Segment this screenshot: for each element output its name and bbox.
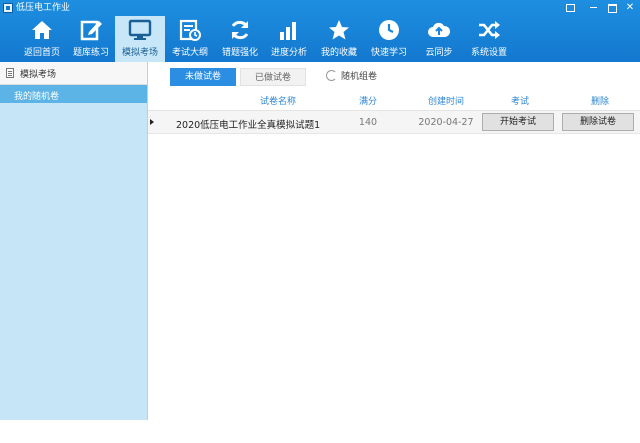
delete-paper-button[interactable]: 删除试卷 <box>562 113 634 131</box>
home-icon <box>32 21 52 39</box>
toolbar-cloud-sync-button[interactable]: 云同步 <box>414 16 464 62</box>
paper-name: 2020低压电工作业全真模拟试题1 <box>176 120 321 131</box>
toolbar-settings-button[interactable]: 系统设置 <box>464 16 514 62</box>
toolbar-syllabus-button[interactable]: 考试大纲 <box>165 16 215 62</box>
star-icon <box>329 20 349 40</box>
toolbar-progress-button[interactable]: 进度分析 <box>264 16 314 62</box>
toolbar-practice-button[interactable]: 题库练习 <box>66 16 116 62</box>
toolbar-label: 快速学习 <box>370 48 407 58</box>
toolbar-label: 考试大纲 <box>171 48 208 58</box>
paper-score: 140 <box>358 117 378 128</box>
sidebar-header: 模拟考场 <box>0 62 147 85</box>
column-header-date: 创建时间 <box>427 97 464 107</box>
minimize-button[interactable] <box>585 1 601 14</box>
toolbar-label: 云同步 <box>425 48 453 58</box>
table-row[interactable]: 2020低压电工作业全真模拟试题1 140 2020-04-27 开始考试 删除… <box>148 111 640 134</box>
random-paper-label: 随机组卷 <box>341 72 378 82</box>
shuffle-icon <box>479 21 500 39</box>
toolbar-label: 进度分析 <box>270 48 307 58</box>
title-bar: 低压电工作业 ✕ <box>0 0 640 16</box>
monitor-icon <box>128 19 152 40</box>
sidebar-item-random-papers[interactable]: 我的随机卷 <box>0 85 147 103</box>
main-toolbar: 返回首页 题库练习 模拟考场 考试大纲 错题强化 进度分析 我的收藏 快速学习 … <box>0 16 640 62</box>
table-header: 试卷名称 满分 创建时间 考试 删除 <box>148 88 640 111</box>
toolbar-label: 返回首页 <box>23 48 60 58</box>
column-header-exam: 考试 <box>510 97 529 107</box>
document-icon <box>6 68 14 78</box>
tab-done-papers[interactable]: 已做试卷 <box>240 68 306 86</box>
column-header-name: 试卷名称 <box>259 97 296 107</box>
loading-spinner-icon <box>326 70 337 81</box>
toolbar-favorites-button[interactable]: 我的收藏 <box>314 16 364 62</box>
toolbar-wrong-questions-button[interactable]: 错题强化 <box>215 16 265 62</box>
toolbar-label: 题库练习 <box>72 48 109 58</box>
sidebar-item-label: 我的随机卷 <box>14 92 60 102</box>
clock-icon <box>379 20 399 40</box>
restore-icon[interactable] <box>562 1 578 14</box>
status-area <box>0 420 640 443</box>
cloud-icon <box>428 22 451 37</box>
calendar-icon <box>179 19 201 41</box>
column-header-delete: 删除 <box>590 97 609 107</box>
paper-date: 2020-04-27 <box>418 117 474 128</box>
maximize-button[interactable] <box>604 1 620 14</box>
close-button[interactable]: ✕ <box>622 1 638 14</box>
sidebar-header-label: 模拟考场 <box>20 70 57 80</box>
toolbar-label: 我的收藏 <box>320 48 357 58</box>
edit-icon <box>80 20 102 41</box>
toolbar-label: 错题强化 <box>221 48 258 58</box>
column-header-score: 满分 <box>358 97 377 107</box>
toolbar-quick-learn-button[interactable]: 快速学习 <box>364 16 414 62</box>
app-header: 低压电工作业 ✕ 返回首页 题库练习 模拟考场 考试大纲 错题强化 进度分析 我… <box>0 0 640 62</box>
toolbar-label: 模拟考场 <box>121 48 158 58</box>
start-exam-button[interactable]: 开始考试 <box>482 113 554 131</box>
tab-bar: 未做试卷 已做试卷 随机组卷 <box>148 62 640 88</box>
toolbar-home-button[interactable]: 返回首页 <box>17 16 67 62</box>
window-title: 低压电工作业 <box>16 3 71 13</box>
refresh-icon <box>231 20 249 40</box>
toolbar-mock-exam-button[interactable]: 模拟考场 <box>115 16 165 62</box>
bar-chart-icon <box>280 22 296 40</box>
sidebar: 模拟考场 我的随机卷 <box>0 62 148 420</box>
app-logo-icon <box>3 3 13 13</box>
toolbar-label: 系统设置 <box>470 48 507 58</box>
row-indicator-icon <box>150 119 154 125</box>
tab-unused-papers[interactable]: 未做试卷 <box>170 68 236 86</box>
random-paper-button[interactable]: 随机组卷 <box>326 68 396 86</box>
